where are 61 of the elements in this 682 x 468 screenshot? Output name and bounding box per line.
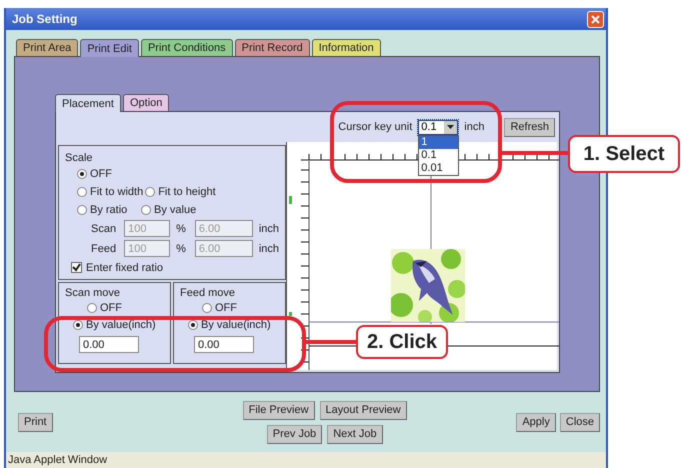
tab[interactable]: Print Edit [80, 39, 139, 57]
ruler-marker [289, 196, 292, 204]
tab[interactable]: Placement [55, 94, 121, 112]
radio-label: OFF [90, 168, 112, 180]
radio-label: Fit to height [158, 186, 216, 198]
ruler-marker [289, 312, 292, 316]
action-button[interactable]: File Preview [242, 400, 315, 420]
radio-label: By value(inch) [86, 319, 156, 331]
radio-button[interactable] [77, 169, 87, 180]
refresh-button[interactable]: Refresh [504, 118, 555, 136]
checkbox[interactable] [71, 262, 82, 274]
dropdown-option[interactable]: 1 [419, 136, 458, 148]
group-title: Scan move [65, 287, 122, 299]
close-button[interactable] [587, 10, 604, 28]
unit-label: inch [258, 222, 279, 235]
radio-label: Fit to width [90, 186, 144, 198]
radio-button[interactable] [77, 204, 87, 215]
tab[interactable]: Print Conditions [140, 39, 233, 56]
radio-button[interactable] [188, 320, 198, 330]
unit-label: inch [258, 242, 279, 255]
radio-label: By ratio [90, 204, 128, 216]
radio-button[interactable] [77, 187, 87, 198]
radio-button[interactable] [73, 320, 83, 330]
close-icon [591, 14, 600, 24]
window-title: Job Setting [12, 12, 78, 26]
action-button[interactable]: Next Job [327, 424, 383, 444]
input-field[interactable]: 0.00 [79, 336, 139, 353]
radio-label: By value(inch) [201, 319, 271, 331]
caret-icon [447, 125, 454, 129]
field-label: Cursor key unit [338, 121, 412, 133]
tab[interactable]: Print Area [16, 39, 78, 56]
action-button[interactable]: Apply [516, 412, 556, 432]
check-icon [72, 263, 81, 272]
group-title: Scale [65, 152, 94, 164]
dropdown-option[interactable]: 0.1 [419, 148, 458, 162]
unit-dropdown[interactable]: 0.1 [418, 120, 458, 134]
status-text: Java Applet Window [8, 454, 108, 466]
tab[interactable]: Print Record [234, 39, 310, 56]
radio-button[interactable] [87, 302, 97, 312]
tab[interactable]: Information [312, 39, 381, 56]
field-label: Feed [91, 242, 118, 255]
group-title: Feed move [180, 287, 236, 299]
unit-label: inch [464, 121, 484, 133]
action-button[interactable]: Prev Job [266, 424, 322, 444]
radio-button[interactable] [202, 302, 212, 312]
input-field[interactable]: 0.00 [194, 336, 254, 353]
radio-label: OFF [100, 302, 122, 314]
action-button[interactable]: Layout Preview [320, 400, 407, 420]
callout-label: 2. Click [356, 325, 448, 359]
action-button[interactable]: Close [560, 412, 600, 432]
checkbox-label: Enter fixed ratio [86, 262, 164, 274]
radio-button[interactable] [141, 204, 151, 215]
field-label: Scan [91, 222, 118, 235]
unit-label: % [176, 242, 187, 255]
callout-label: 1. Select [568, 135, 680, 173]
tab[interactable]: Option [122, 94, 170, 111]
radio-label: OFF [215, 302, 237, 314]
radio-button[interactable] [145, 187, 156, 198]
unit-label: % [176, 222, 187, 235]
radio-label: By value [154, 204, 196, 216]
print-button[interactable]: Print [18, 412, 53, 432]
